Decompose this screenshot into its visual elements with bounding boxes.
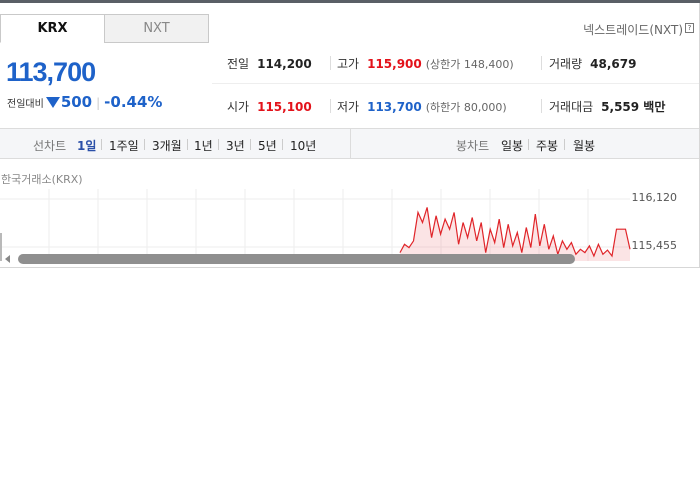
divider bbox=[528, 139, 529, 150]
y-tick-label: 116,120 bbox=[631, 191, 678, 204]
period-1d[interactable]: 1일 bbox=[77, 137, 96, 154]
help-icon[interactable]: ? bbox=[685, 23, 694, 33]
chart-type-bar: 선차트 1일 1주일 3개월 1년 3년 5년 10년 봉차트 일봉 주봉 월봉 bbox=[0, 128, 699, 159]
period-1w[interactable]: 1주일 bbox=[109, 137, 139, 154]
period-3y[interactable]: 3년 bbox=[226, 137, 245, 154]
change-label: 전일대비 bbox=[7, 99, 44, 110]
candle-chart-label: 봉차트 bbox=[456, 139, 490, 153]
divider bbox=[330, 56, 331, 70]
period-1y[interactable]: 1년 bbox=[194, 137, 213, 154]
stat-label: 고가 bbox=[337, 57, 360, 71]
divider bbox=[218, 139, 219, 150]
divider bbox=[541, 99, 542, 113]
stat-value: 48,679 bbox=[590, 57, 637, 71]
divider bbox=[350, 129, 351, 158]
stat-value: 115,100 bbox=[257, 100, 312, 114]
divider bbox=[212, 83, 699, 84]
tab-nxt[interactable]: NXT bbox=[104, 14, 209, 43]
stat-value: 115,900 bbox=[367, 57, 422, 71]
scroll-left-arrow-icon[interactable] bbox=[5, 255, 10, 263]
divider bbox=[250, 139, 251, 150]
stock-price-panel: KRX NXT 넥스트레이드(NXT) ? 113,700 전일대비 500 | -0… bbox=[0, 3, 700, 268]
stat-value: 114,200 bbox=[257, 57, 312, 71]
candle-monthly[interactable]: 월봉 bbox=[573, 137, 595, 154]
current-price: 113,700 bbox=[6, 57, 96, 87]
upper-limit: (상한가 148,400) bbox=[425, 58, 514, 71]
stat-prev-close: 전일 114,200 bbox=[227, 55, 312, 72]
divider bbox=[330, 99, 331, 113]
divider bbox=[144, 139, 145, 150]
divider bbox=[541, 56, 542, 70]
stat-label: 거래대금 bbox=[549, 100, 594, 114]
line-chart-label: 선차트 bbox=[33, 139, 67, 153]
divider: | bbox=[96, 96, 101, 110]
candle-daily[interactable]: 일봉 bbox=[501, 137, 523, 154]
nxt-info-link[interactable]: 넥스트레이드(NXT) bbox=[583, 21, 683, 38]
period-10y[interactable]: 10년 bbox=[290, 137, 316, 154]
price-chart-svg bbox=[0, 189, 631, 261]
change-percent: -0.44% bbox=[104, 93, 163, 111]
divider bbox=[564, 139, 565, 150]
intraday-chart bbox=[0, 189, 699, 261]
divider bbox=[187, 139, 188, 150]
stat-value: 113,700 bbox=[367, 100, 422, 114]
divider bbox=[282, 139, 283, 150]
price-change: 전일대비 500 | -0.44% bbox=[7, 93, 162, 111]
candle-weekly[interactable]: 주봉 bbox=[536, 137, 558, 154]
stat-volume: 거래량 48,679 bbox=[549, 55, 636, 72]
period-5y[interactable]: 5년 bbox=[258, 137, 277, 154]
tab-krx[interactable]: KRX bbox=[0, 14, 105, 43]
period-3m[interactable]: 3개월 bbox=[152, 137, 182, 154]
down-triangle-icon bbox=[45, 97, 60, 108]
chart-source: 한국거래소(KRX) bbox=[1, 173, 83, 186]
stat-amount: 거래대금 5,559 백만 bbox=[549, 98, 665, 115]
y-tick-label: 115,455 bbox=[631, 239, 678, 252]
stat-value: 5,559 백만 bbox=[601, 100, 666, 114]
stat-label: 시가 bbox=[227, 100, 250, 114]
stat-label: 거래량 bbox=[549, 57, 583, 71]
stat-open: 시가 115,100 bbox=[227, 98, 312, 115]
stat-label: 저가 bbox=[337, 100, 360, 114]
stat-low: 저가 113,700 (하한가 80,000) bbox=[337, 98, 507, 115]
divider bbox=[101, 139, 102, 150]
change-amount: 500 bbox=[60, 93, 93, 111]
lower-limit: (하한가 80,000) bbox=[425, 101, 507, 114]
stat-high: 고가 115,900 (상한가 148,400) bbox=[337, 55, 514, 72]
horizontal-scrollbar[interactable] bbox=[18, 254, 575, 264]
stat-label: 전일 bbox=[227, 57, 250, 71]
